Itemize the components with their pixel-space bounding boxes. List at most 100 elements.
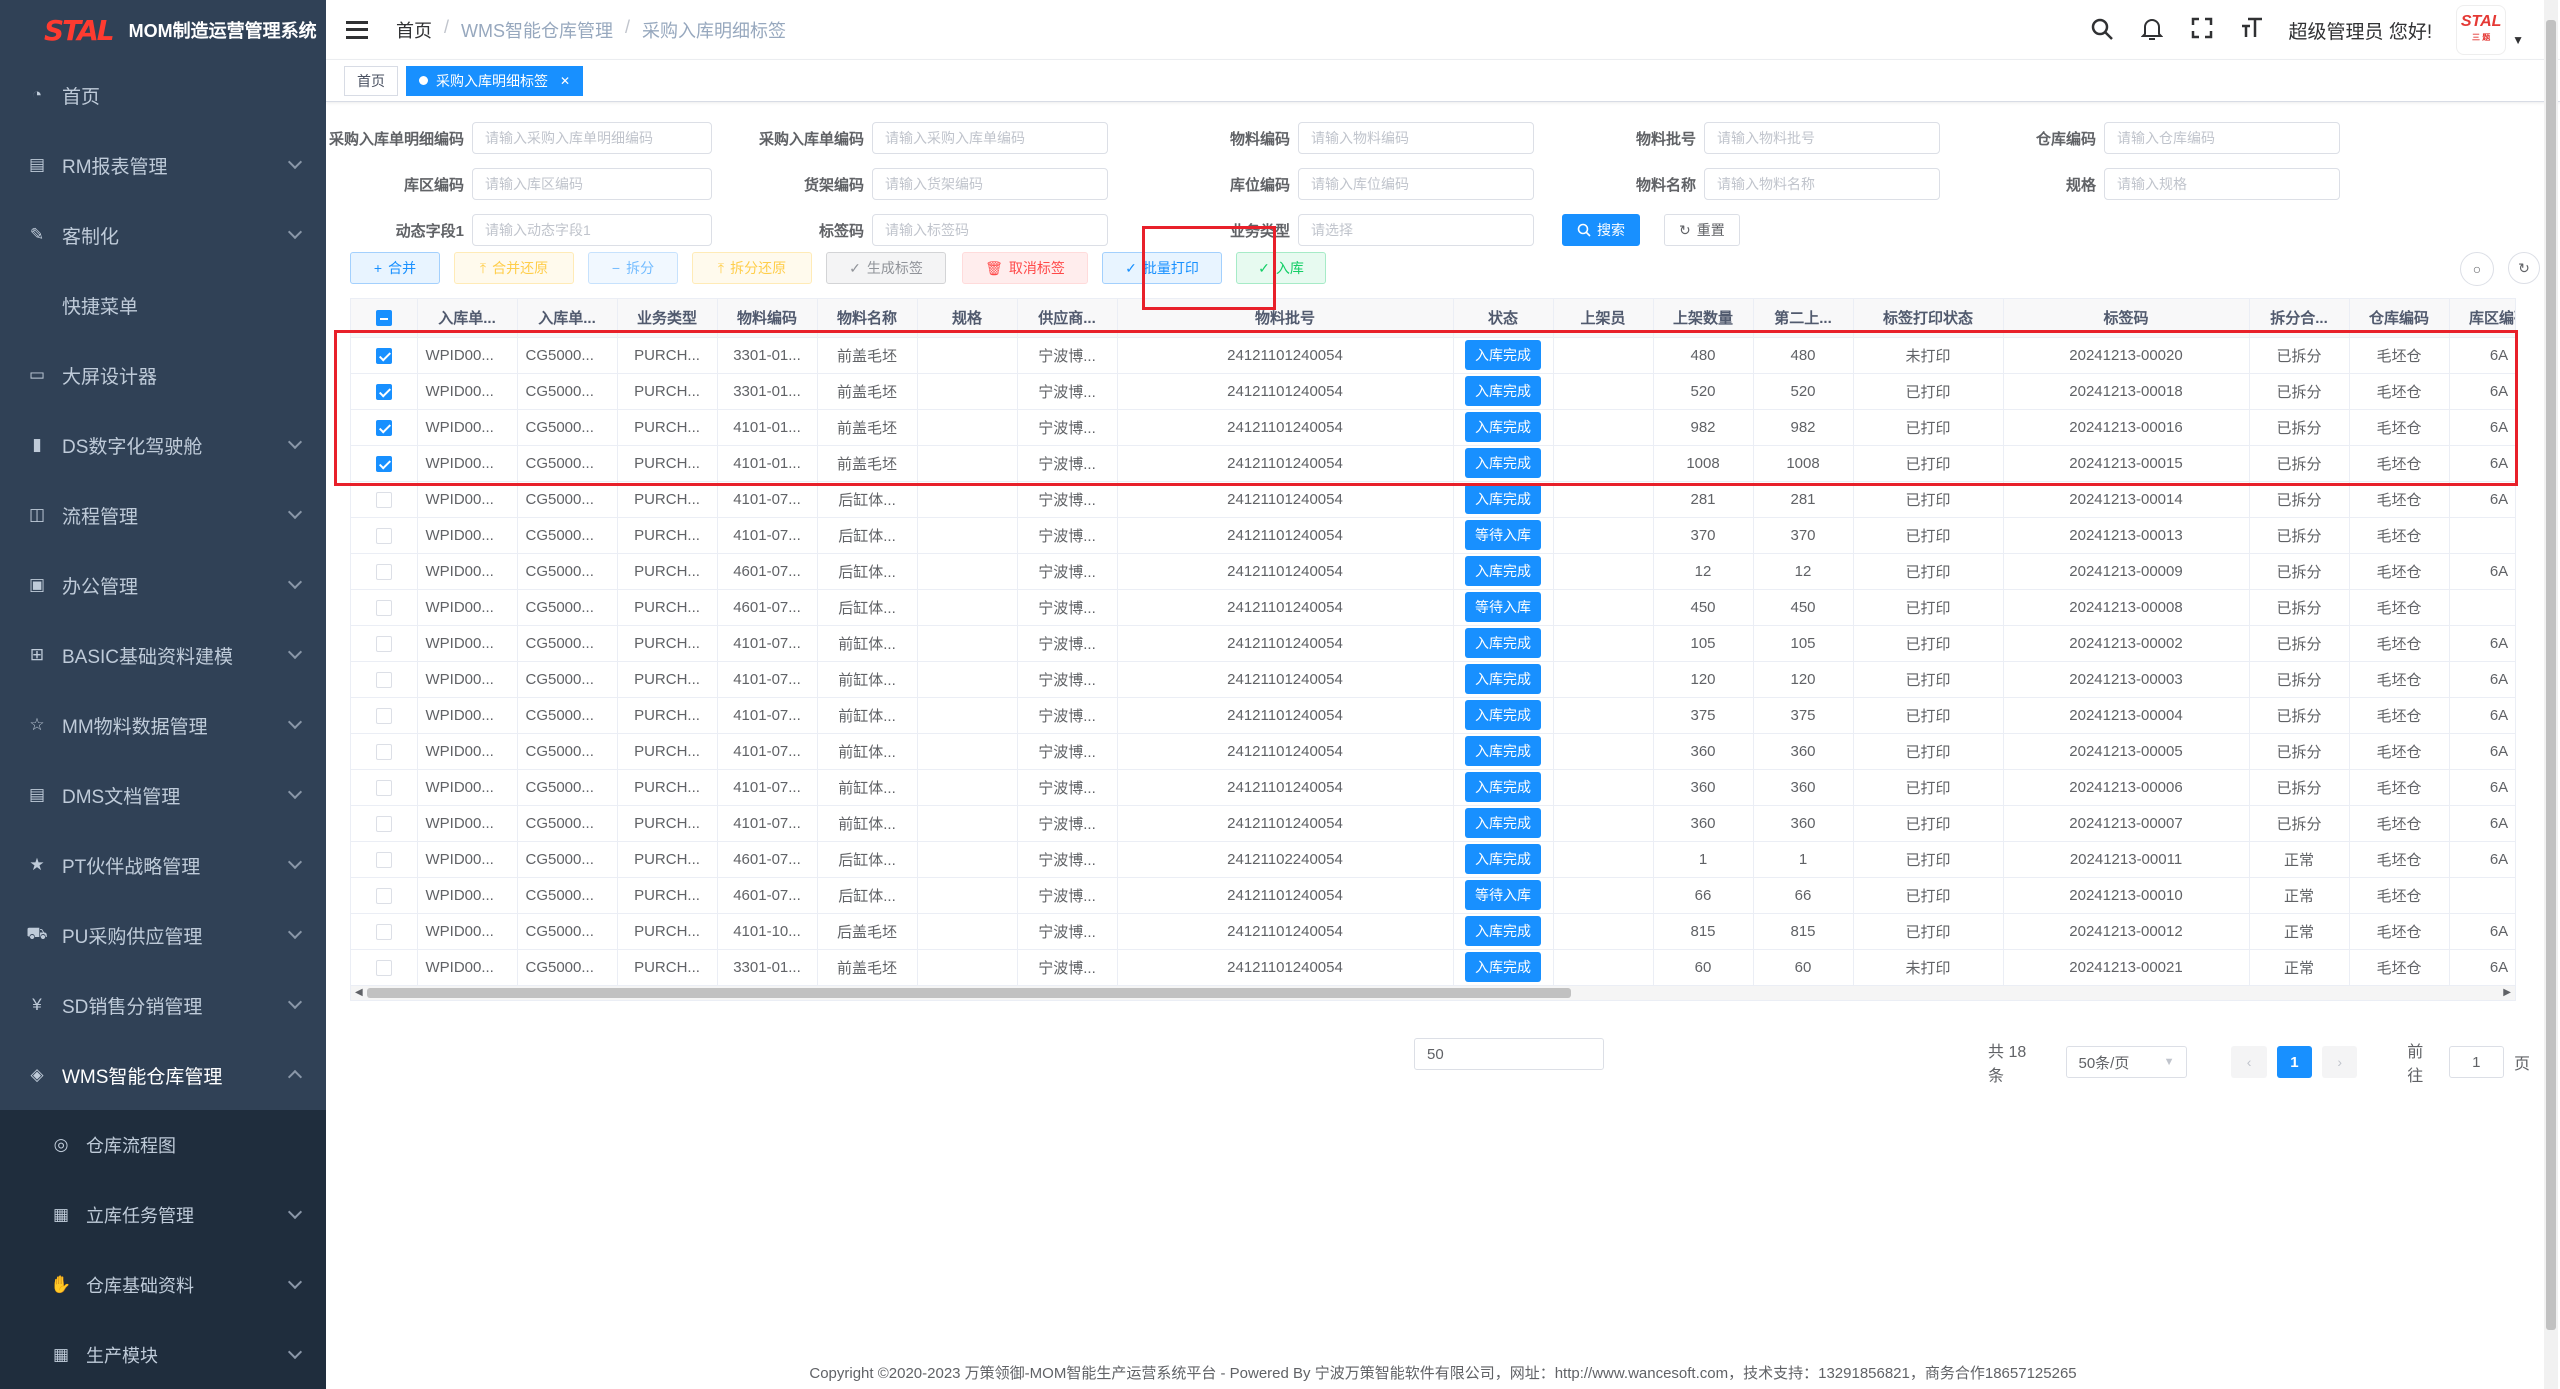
row-checkbox[interactable]	[375, 635, 392, 652]
column-header[interactable]: 标签打印状态	[1853, 299, 2004, 338]
column-header[interactable]: 业务类型	[617, 299, 718, 338]
form-input[interactable]	[872, 122, 1108, 154]
form-input[interactable]	[1704, 168, 1940, 200]
column-header[interactable]: 上架员	[1553, 299, 1654, 338]
sidebar-item-5[interactable]: ▮ DS数字化驾驶舱	[0, 410, 326, 480]
column-header[interactable]: 仓库编码	[2349, 299, 2450, 338]
column-header[interactable]: 上架数量	[1653, 299, 1754, 338]
table-row[interactable]: WPID00... CG5000... PURCH... 4601-07... 后缸体.…	[351, 877, 2515, 914]
table-row[interactable]: WPID00... CG5000... PURCH... 4101-07... 前缸体.…	[351, 661, 2515, 698]
reset-button[interactable]: ↻ 重置	[1664, 214, 1740, 246]
row-checkbox[interactable]	[375, 707, 392, 724]
row-checkbox[interactable]	[375, 383, 392, 400]
form-input[interactable]	[472, 168, 712, 200]
column-header[interactable]: 物料批号	[1117, 299, 1454, 338]
batch-print-button[interactable]: ✓ 批量打印	[1102, 252, 1222, 284]
page-size-select[interactable]: 50条/页 ▼	[2065, 1046, 2188, 1078]
row-checkbox[interactable]	[375, 671, 392, 688]
row-checkbox[interactable]	[375, 455, 392, 472]
table-row[interactable]: WPID00... CG5000... PURCH... 3301-01... 前盖毛坯…	[351, 373, 2515, 410]
row-checkbox[interactable]	[375, 743, 392, 760]
column-header[interactable]: 拆分合...	[2249, 299, 2350, 338]
row-checkbox[interactable]	[375, 815, 392, 832]
table-row[interactable]: WPID00... CG5000... PURCH... 4101-07... 前缸体.…	[351, 805, 2515, 842]
table-row[interactable]: WPID00... CG5000... PURCH... 4101-07... 后缸体.…	[351, 481, 2515, 518]
sidebar-item-4[interactable]: ▭ 大屏设计器	[0, 340, 326, 410]
caret-down-icon[interactable]: ▼	[2512, 33, 2524, 47]
breadcrumb-wms[interactable]: WMS智能仓库管理	[461, 17, 613, 43]
row-checkbox[interactable]	[375, 887, 392, 904]
row-checkbox[interactable]	[375, 491, 392, 508]
form-input[interactable]	[472, 122, 712, 154]
form-input[interactable]	[1704, 122, 1940, 154]
table-row[interactable]: WPID00... CG5000... PURCH... 4101-10... 后盖毛坯…	[351, 913, 2515, 950]
table-row[interactable]: WPID00... CG5000... PURCH... 4101-07... 前缸体.…	[351, 769, 2515, 806]
prev-page-button[interactable]: ‹	[2231, 1046, 2267, 1078]
search-icon[interactable]	[2089, 17, 2115, 43]
form-input[interactable]	[472, 214, 712, 246]
sidebar-item-1[interactable]: ▤ RM报表管理	[0, 130, 326, 200]
table-row[interactable]: WPID00... CG5000... PURCH... 4601-07... 后缸体.…	[351, 589, 2515, 626]
table-row[interactable]: WPID00... CG5000... PURCH... 4101-01... 前盖毛坯…	[351, 445, 2515, 482]
column-header[interactable]: 标签码	[2003, 299, 2250, 338]
search-button[interactable]: 搜索	[1562, 214, 1640, 246]
sidebar-item-6[interactable]: ◫ 流程管理	[0, 480, 326, 550]
table-row[interactable]: WPID00... CG5000... PURCH... 4101-07... 后缸体.…	[351, 517, 2515, 554]
form-input[interactable]	[872, 168, 1108, 200]
sidebar-item-7[interactable]: ▣ 办公管理	[0, 550, 326, 620]
scroll-left-icon[interactable]: ◀	[355, 986, 363, 1000]
merge-button[interactable]: + 合并	[350, 252, 440, 284]
bell-icon[interactable]	[2139, 17, 2165, 43]
sidebar-item-3[interactable]: 快捷菜单	[0, 270, 326, 340]
column-header[interactable]: 供应商...	[1017, 299, 1118, 338]
column-header[interactable]: 物料编码	[717, 299, 818, 338]
close-icon[interactable]: ✕	[560, 74, 570, 88]
table-row[interactable]: WPID00... CG5000... PURCH... 3301-01... 前盖毛坯…	[351, 949, 2515, 986]
font-size-icon[interactable]	[2239, 17, 2265, 43]
fullscreen-icon[interactable]	[2189, 17, 2215, 43]
sidebar-item-wms-1[interactable]: ▦ 立库任务管理	[0, 1180, 326, 1250]
column-header[interactable]: 入库单...	[517, 299, 618, 338]
sidebar-item-8[interactable]: ⊞ BASIC基础资料建模	[0, 620, 326, 690]
row-checkbox[interactable]	[375, 347, 392, 364]
sidebar-item-9[interactable]: ☆ MM物料数据管理	[0, 690, 326, 760]
avatar[interactable]: STAL 三 题	[2456, 5, 2507, 55]
row-checkbox[interactable]	[375, 923, 392, 940]
vertical-scrollbar[interactable]	[2544, 0, 2558, 1389]
sidebar-item-0[interactable]: ◔ 首页	[0, 60, 326, 130]
column-header[interactable]: 物料名称	[817, 299, 918, 338]
table-row[interactable]: WPID00... CG5000... PURCH... 4101-07... 前缸体.…	[351, 697, 2515, 734]
scroll-right-icon[interactable]: ▶	[2503, 986, 2511, 1000]
row-checkbox[interactable]	[375, 779, 392, 796]
pagination-input[interactable]: 50	[1414, 1038, 1604, 1070]
column-header[interactable]: 状态	[1453, 299, 1554, 338]
tag-home[interactable]: 首页	[344, 65, 398, 96]
split-button[interactable]: − 拆分	[588, 252, 678, 284]
row-checkbox[interactable]	[375, 419, 392, 436]
generate-label-button[interactable]: ✓ 生成标签	[826, 252, 946, 284]
row-checkbox[interactable]	[375, 563, 392, 580]
goto-page-input[interactable]: 1	[2448, 1046, 2505, 1078]
scrollbar-thumb[interactable]	[2546, 20, 2556, 1330]
select-all-checkbox[interactable]	[375, 310, 392, 327]
horizontal-scrollbar[interactable]: ◀ ▶	[350, 985, 2516, 1001]
sidebar-item-13[interactable]: ¥ SD销售分销管理	[0, 970, 326, 1040]
column-header[interactable]: 入库单...	[417, 299, 518, 338]
sidebar-item-12[interactable]: ⛟ PU采购供应管理	[0, 900, 326, 970]
toggle-search-button[interactable]: ○	[2460, 252, 2494, 286]
table-row[interactable]: WPID00... CG5000... PURCH... 4101-01... 前盖毛坯…	[351, 409, 2515, 446]
next-page-button[interactable]: ›	[2322, 1046, 2358, 1078]
tag-current[interactable]: 采购入库明细标签 ✕	[406, 65, 584, 96]
cancel-label-button[interactable]: 🗑 取消标签	[962, 252, 1088, 284]
sidebar-item-wms-0[interactable]: ◎ 仓库流程图	[0, 1110, 326, 1180]
row-checkbox[interactable]	[375, 851, 392, 868]
scrollbar-thumb[interactable]	[367, 988, 1571, 998]
form-input[interactable]	[2104, 168, 2340, 200]
column-header[interactable]: 库区编码	[2449, 299, 2515, 338]
refresh-button[interactable]: ↻	[2508, 252, 2540, 284]
sidebar-item-2[interactable]: ✎ 客制化	[0, 200, 326, 270]
row-checkbox[interactable]	[375, 959, 392, 976]
table-row[interactable]: WPID00... CG5000... PURCH... 4601-07... 后缸体.…	[351, 553, 2515, 590]
page-number-current[interactable]: 1	[2276, 1046, 2313, 1078]
sidebar-item-14[interactable]: ◈ WMS智能仓库管理	[0, 1040, 326, 1110]
